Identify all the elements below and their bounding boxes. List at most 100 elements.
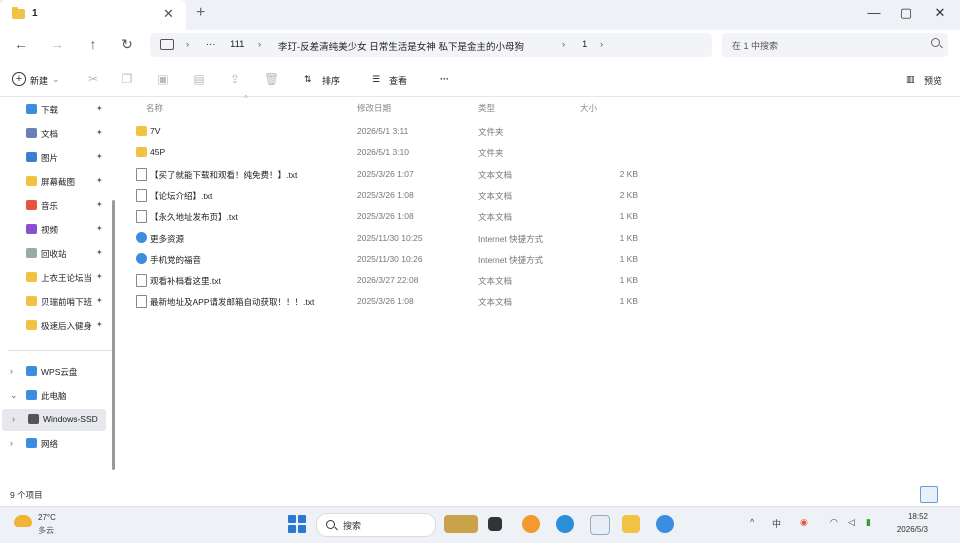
sidebar-item-quick[interactable]: 图片 ✦ bbox=[8, 147, 108, 169]
search-input[interactable]: 在 1 中搜索 bbox=[722, 33, 948, 57]
breadcrumb-more[interactable]: ··· bbox=[206, 39, 216, 50]
refresh-button[interactable]: ↻ bbox=[118, 36, 136, 53]
folder-icon bbox=[26, 296, 37, 306]
file-type: 文本文档 bbox=[478, 212, 513, 223]
chevron-right-icon[interactable]: › bbox=[10, 438, 13, 448]
app-icon-grid[interactable] bbox=[590, 515, 610, 535]
view-button[interactable]: 查看 bbox=[389, 74, 407, 87]
sidebar-item-quick[interactable]: 上衣王论坛当 ✦ bbox=[8, 267, 108, 289]
breadcrumb-item-111[interactable]: 111 bbox=[230, 39, 244, 50]
sidebar-item-quick[interactable]: 贝瑞前哨下班 ✦ bbox=[8, 291, 108, 313]
internet-shortcut-icon bbox=[136, 231, 147, 243]
text-file-icon bbox=[136, 295, 147, 309]
file-row[interactable]: 观看补档看这里.txt 2026/3/27 22:08 文本文档 1 KB bbox=[130, 270, 650, 291]
tab-1[interactable]: 1 ✕ bbox=[0, 0, 186, 30]
file-name: 手机党的福音 bbox=[150, 254, 202, 265]
network-icon bbox=[26, 438, 37, 448]
breadcrumb[interactable]: › ··· 111 › 李玎-反差清纯美少女 日常生活是女神 私下是金主的小母狗… bbox=[150, 33, 712, 57]
copy-icon[interactable]: ❐ bbox=[120, 72, 134, 86]
sidebar-item-quick[interactable]: 音乐 ✦ bbox=[8, 195, 108, 217]
back-button[interactable]: ← bbox=[12, 36, 30, 52]
tab-close-icon[interactable]: ✕ bbox=[163, 6, 174, 22]
sidebar-item-quick[interactable]: 屏幕截图 ✦ bbox=[8, 171, 108, 193]
forward-button[interactable]: → bbox=[48, 36, 66, 52]
cut-icon[interactable]: ✂ bbox=[86, 72, 100, 86]
tray-overflow-icon[interactable]: ^ bbox=[750, 517, 754, 527]
sidebar-item-quick[interactable]: 回收站 ✦ bbox=[8, 243, 108, 265]
start-button[interactable] bbox=[288, 515, 306, 533]
sidebar-item-quick[interactable]: 下载 ✦ bbox=[8, 99, 108, 121]
input-method-icon[interactable]: 中 bbox=[772, 517, 781, 530]
new-tab-button[interactable]: + bbox=[196, 4, 205, 22]
preview-pane-button[interactable]: 预览 bbox=[924, 74, 942, 87]
preview-pane-icon[interactable]: ▥ bbox=[906, 74, 915, 85]
task-view-icon[interactable] bbox=[488, 517, 502, 531]
chevron-down-icon[interactable]: ⌄ bbox=[10, 390, 18, 401]
tray-app-icon[interactable]: ◉ bbox=[800, 517, 808, 528]
delete-icon[interactable]: 🗑 bbox=[264, 72, 279, 86]
sidebar-scrollbar[interactable] bbox=[112, 200, 115, 470]
view-icon[interactable]: ☰ bbox=[372, 74, 380, 85]
file-date: 2026/3/27 22:08 bbox=[357, 275, 419, 286]
taskbar-search-label: 搜索 bbox=[343, 521, 362, 531]
column-type[interactable]: 类型 bbox=[478, 102, 495, 114]
maximize-button[interactable]: ▢ bbox=[894, 5, 918, 21]
file-type: 文本文档 bbox=[478, 190, 513, 201]
folder-icon bbox=[136, 126, 147, 136]
up-button[interactable]: ↑ bbox=[84, 36, 102, 52]
file-row[interactable]: 手机党的福音 2025/11/30 10:26 Internet 快捷方式 1 KB bbox=[130, 249, 650, 270]
sidebar-item-label: 上衣王论坛当 bbox=[41, 273, 93, 283]
new-icon[interactable]: + bbox=[12, 72, 26, 86]
paste-icon[interactable]: ▣ bbox=[156, 72, 170, 86]
tiles-view-button[interactable] bbox=[940, 486, 956, 501]
column-date[interactable]: 修改日期 bbox=[357, 102, 391, 114]
file-row[interactable]: 45P 2026/5/1 3:10 文件夹 bbox=[130, 142, 650, 163]
share-icon[interactable]: ⇪ bbox=[228, 72, 242, 86]
file-row[interactable]: 更多资源 2025/11/30 10:25 Internet 快捷方式 1 KB bbox=[130, 228, 650, 249]
minimize-button[interactable]: — bbox=[862, 5, 886, 20]
browser-icon[interactable] bbox=[656, 515, 674, 533]
details-view-button[interactable] bbox=[920, 486, 938, 503]
taskbar-search[interactable]: 搜索 bbox=[316, 513, 436, 537]
recycle-bin-icon bbox=[26, 248, 37, 258]
sort-button[interactable]: 排序 bbox=[322, 74, 340, 87]
file-explorer-icon[interactable] bbox=[622, 515, 640, 533]
sidebar-item-quick[interactable]: 文档 ✦ bbox=[8, 123, 108, 145]
chevron-right-icon[interactable]: › bbox=[12, 414, 15, 424]
sidebar-item-tree[interactable]: › WPS云盘 bbox=[8, 361, 108, 383]
clock-time[interactable]: 18:52 bbox=[888, 512, 928, 521]
breadcrumb-item-1[interactable]: 1 bbox=[582, 39, 587, 50]
file-row[interactable]: 最新地址及APP请发邮箱自动获取！！！.txt 2025/3/26 1:08 文本文… bbox=[130, 291, 650, 312]
edge-icon[interactable] bbox=[556, 515, 574, 533]
file-row[interactable]: 【买了就能下载和观看！纯免费！】.txt 2025/3/26 1:07 文本文档 2 … bbox=[130, 164, 650, 185]
sidebar-item-tree[interactable]: › Windows-SSD bbox=[2, 409, 106, 431]
chevron-right-icon[interactable]: › bbox=[10, 366, 13, 376]
more-button[interactable]: ··· bbox=[440, 74, 449, 84]
battery-icon[interactable]: ▮ bbox=[866, 517, 871, 528]
sidebar-item-tree[interactable]: › 网络 bbox=[8, 433, 108, 455]
rename-icon[interactable]: ▤ bbox=[192, 72, 206, 86]
new-button[interactable]: 新建 bbox=[30, 74, 48, 87]
wifi-icon[interactable]: ◠ bbox=[830, 517, 838, 528]
sort-icon[interactable]: ⇅ bbox=[304, 74, 312, 85]
chevron-down-icon[interactable]: ⌄ bbox=[52, 74, 60, 85]
volume-icon[interactable]: ◁ bbox=[848, 517, 855, 528]
sidebar-item-tree[interactable]: ⌄ 此电脑 bbox=[8, 385, 108, 407]
sidebar-item-quick[interactable]: 视频 ✦ bbox=[8, 219, 108, 241]
file-row[interactable]: 7V 2026/5/1 3:11 文件夹 bbox=[130, 121, 650, 142]
column-size[interactable]: 大小 bbox=[580, 102, 597, 114]
weather-temperature[interactable]: 27°C bbox=[38, 513, 56, 522]
breadcrumb-item-folder[interactable]: 李玎-反差清纯美少女 日常生活是女神 私下是金主的小母狗 bbox=[278, 39, 524, 53]
weather-icon[interactable] bbox=[14, 515, 32, 527]
pin-icon: ✦ bbox=[96, 200, 103, 209]
column-name[interactable]: 名称 bbox=[146, 102, 163, 114]
widgets-icon[interactable] bbox=[444, 515, 478, 533]
sidebar-item-quick[interactable]: 极速后入健身 ✦ bbox=[8, 315, 108, 337]
file-row[interactable]: 【论坛介绍】.txt 2025/3/26 1:08 文本文档 2 KB bbox=[130, 185, 650, 206]
weather-description[interactable]: 多云 bbox=[38, 525, 54, 536]
close-button[interactable]: ✕ bbox=[928, 5, 952, 21]
app-icon-orange[interactable] bbox=[522, 515, 540, 533]
file-row[interactable]: 【永久地址发布页】.txt 2025/3/26 1:08 文本文档 1 KB bbox=[130, 206, 650, 227]
clock-date[interactable]: 2026/5/3 bbox=[888, 525, 928, 534]
folder-icon bbox=[12, 7, 25, 19]
